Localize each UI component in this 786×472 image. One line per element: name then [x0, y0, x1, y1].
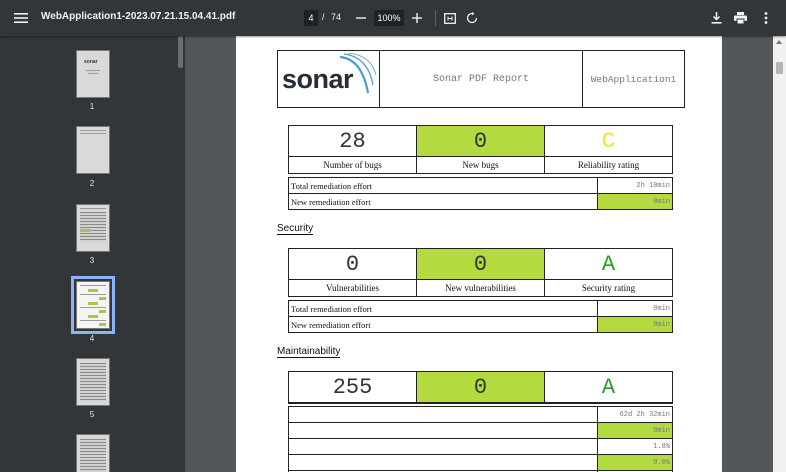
new-debt-value: 0min — [598, 423, 672, 438]
thumbnail-page-5[interactable] — [76, 358, 110, 406]
thumbnail-label: 1 — [89, 102, 95, 111]
viewer-scrollbar[interactable] — [773, 36, 786, 472]
rotate-icon — [466, 12, 478, 24]
fit-page-icon — [444, 12, 456, 24]
plus-icon — [412, 13, 422, 23]
report-app-name: WebApplication1 — [590, 73, 677, 85]
print-button[interactable] — [728, 6, 752, 30]
pdf-viewer[interactable]: sonar Sonar PDF Report WebApplication1 2… — [185, 36, 773, 472]
table-row: New remediation effort 0min — [289, 194, 672, 209]
scrollbar-thumb[interactable] — [776, 62, 783, 74]
table-row: 1.8% — [289, 439, 672, 455]
rotate-button[interactable] — [460, 6, 484, 30]
total-effort-label: Total remediation effort — [289, 178, 598, 193]
more-options-button[interactable] — [754, 6, 778, 30]
minus-icon — [356, 17, 366, 19]
download-button[interactable] — [704, 6, 728, 30]
page-separator: / — [322, 12, 325, 22]
thumbnail-label: 3 — [89, 256, 95, 265]
total-pages: 74 — [331, 12, 342, 22]
table-row: 0.0% — [289, 455, 672, 471]
security-rating: A — [545, 249, 672, 280]
security-metrics: 0 Vulnerabilities 0 New vulnerabilities AS… — [288, 248, 673, 297]
new-effort-value: 0min — [598, 194, 672, 209]
security-heading: Security — [277, 223, 314, 235]
debt-ratio-value: 1.8% — [653, 442, 670, 451]
thumbnail-label: 5 — [89, 410, 95, 419]
more-vert-icon — [764, 12, 768, 24]
table-row: New remediation effort 0min — [289, 317, 672, 332]
new-effort-label: New remediation effort — [289, 317, 598, 332]
code-smells-count: 255 — [289, 372, 416, 403]
fit-to-page-button[interactable] — [438, 6, 462, 30]
thumbnail-sidebar: sonar 1 2 3 4 5 — [0, 36, 185, 472]
page-number-input[interactable]: 4 — [304, 10, 318, 26]
thumbnail-page-6[interactable] — [76, 434, 110, 472]
table-row: Total remediation effort 0min — [289, 301, 672, 317]
sonar-waves-icon — [339, 53, 377, 94]
pdf-page: sonar Sonar PDF Report WebApplication1 2… — [236, 36, 722, 472]
table-row: 62d 2h 32min — [289, 407, 672, 423]
thumbnail-label: 2 — [89, 179, 95, 188]
thumbnail-page-3[interactable] — [76, 204, 110, 252]
document-title: WebApplication1-2023.07.21.15.04.41.pdf — [41, 11, 236, 22]
zoom-out-button[interactable] — [349, 6, 373, 30]
vulnerabilities-count: 0 — [289, 249, 416, 280]
new-effort-label: New remediation effort — [289, 194, 598, 209]
total-effort-value: 2h 10min — [636, 181, 670, 190]
thumbnail-label: 4 — [89, 334, 95, 343]
reliability-rating-label: Reliability rating — [577, 160, 640, 170]
security-rating-label: Security rating — [581, 283, 636, 293]
report-title: Sonar PDF Report — [380, 51, 583, 107]
reliability-effort-table: Total remediation effort 2h 10min New rem… — [288, 177, 673, 210]
thumbnail-logo: sonar — [84, 59, 98, 65]
menu-icon[interactable] — [9, 6, 33, 30]
pdf-toolbar: WebApplication1-2023.07.21.15.04.41.pdf … — [0, 0, 786, 36]
thumbnail-page-4[interactable] — [71, 276, 115, 334]
maintainability-table: 62d 2h 32min 0min 1.8% 0.0% — [288, 406, 673, 472]
vulnerabilities-label: Vulnerabilities — [326, 283, 379, 293]
print-icon — [733, 12, 747, 24]
thumbnail-page-2[interactable] — [76, 126, 110, 174]
new-bugs-label: New bugs — [462, 160, 499, 170]
reliability-rating: C — [545, 126, 672, 157]
maintainability-metrics: 255 0 A — [288, 371, 673, 404]
download-icon — [711, 12, 721, 24]
new-code-smells-count: 0 — [417, 372, 544, 403]
scroll-up-icon[interactable] — [776, 40, 782, 44]
toolbar-divider — [435, 10, 436, 26]
bugs-label: Number of bugs — [323, 160, 382, 170]
new-debt-ratio-value: 0.0% — [598, 455, 672, 470]
table-row: 0min — [289, 423, 672, 439]
bugs-count: 28 — [289, 126, 416, 157]
zoom-input[interactable]: 100% — [374, 10, 404, 26]
maintainability-rating: A — [545, 372, 672, 403]
zoom-in-button[interactable] — [405, 6, 429, 30]
sonar-logo: sonar — [278, 51, 380, 107]
new-bugs-count: 0 — [417, 126, 544, 157]
new-vulnerabilities-label: New vulnerabilities — [445, 283, 516, 293]
new-effort-value: 0min — [598, 317, 672, 332]
sidebar-scrollbar[interactable] — [178, 36, 183, 68]
table-row: Total remediation effort 2h 10min — [289, 178, 672, 194]
security-effort-table: Total remediation effort 0min New remedia… — [288, 300, 673, 333]
thumbnail-page-1[interactable]: sonar — [76, 50, 110, 98]
report-header: sonar Sonar PDF Report WebApplication1 — [277, 50, 685, 108]
total-effort-label: Total remediation effort — [289, 301, 598, 316]
new-vulnerabilities-count: 0 — [417, 249, 544, 280]
reliability-metrics: 28 Number of bugs 0 New bugs C Reliability … — [288, 125, 673, 174]
total-effort-value: 0min — [653, 304, 670, 313]
debt-value: 62d 2h 32min — [619, 410, 670, 419]
maintainability-heading: Maintainability — [277, 346, 341, 358]
